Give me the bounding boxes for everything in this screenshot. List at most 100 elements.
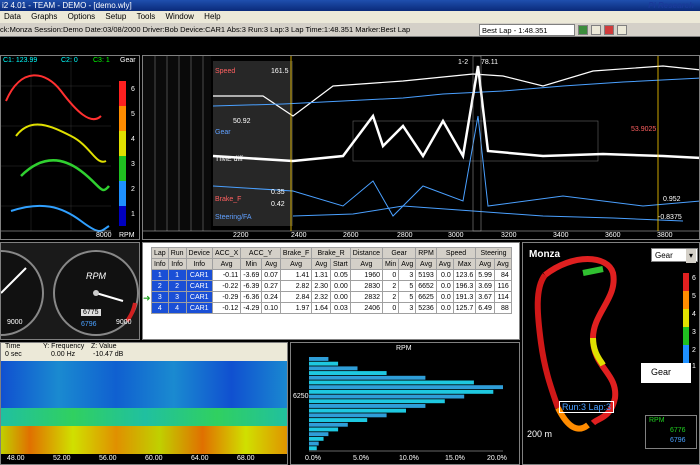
subheader: Avg [211, 258, 242, 270]
cell: 0.05 [329, 269, 351, 281]
menu-item-options[interactable]: Options [64, 12, 100, 21]
toolbar-button-green[interactable] [578, 25, 588, 35]
toolbar-button-arrow[interactable] [617, 25, 627, 35]
cell: 5 [398, 291, 417, 303]
marker-select[interactable]: Best Lap - 1:48.351 [479, 24, 575, 36]
time-plot-panel[interactable]: Speed Gear TIME diff Brake_F Steering/FA… [142, 55, 700, 240]
x-tick-label: 0.0% [305, 455, 321, 462]
toolbar-button-copy[interactable] [591, 25, 601, 35]
subheader: Min [381, 258, 400, 270]
cell: 5236 [415, 302, 437, 314]
histogram-bar [309, 432, 329, 437]
histogram-bar [309, 385, 503, 390]
cell: 2.30 [311, 280, 331, 292]
legend-value: 6 [131, 86, 135, 93]
histogram-bar [309, 380, 474, 385]
histogram-bar [309, 361, 339, 366]
subheader: Avg [415, 258, 437, 270]
cell: -0.22 [211, 280, 242, 292]
col-accy[interactable]: ACC_Y [240, 247, 281, 259]
cell: 6625 [415, 291, 437, 303]
cell: 0.27 [261, 280, 281, 292]
col-brakef[interactable]: Brake_F [279, 247, 313, 259]
col-gear[interactable]: Gear [381, 247, 417, 259]
menu-item-tools[interactable]: Tools [133, 12, 160, 21]
cursor-c3: C3: 1 [93, 57, 110, 64]
histogram-bar [309, 446, 317, 451]
spectrum-time-value: 0 sec [5, 351, 22, 358]
channel-label-timediff: TIME diff [215, 156, 243, 163]
col-lap[interactable]: Lap [151, 247, 169, 259]
value-readout: 78.11 [481, 59, 498, 66]
col-steering[interactable]: Steering [475, 247, 512, 259]
legend-value: 5 [131, 111, 135, 118]
legend-title: Gear [120, 57, 136, 64]
subheader: Info [151, 258, 169, 270]
cell: -4.29 [240, 302, 263, 314]
cell: 0 [381, 302, 400, 314]
table-subheader-row: Info Info Info Avg Min Avg Avg Avg Start… [151, 258, 512, 270]
table-row[interactable]: 1 1 CAR1 -0.11 -3.69 0.07 1.41 1.31 0.05… [151, 269, 512, 281]
map-channel-label: Gear [651, 367, 672, 377]
cell: CAR1 [185, 269, 213, 281]
toolbar-button-red[interactable] [604, 25, 614, 35]
menu-item-window[interactable]: Window [161, 12, 197, 21]
histogram-bar [309, 441, 319, 446]
histogram-bar [309, 371, 387, 375]
x-tick-label: 52.00 [53, 455, 71, 462]
cell: -0.12 [211, 302, 242, 314]
histogram-bar [309, 366, 358, 371]
time-plot-chart [143, 56, 699, 232]
x-tick-label: 3200 [501, 232, 517, 239]
rpm-mini-value: 6776 [670, 427, 686, 434]
menu-item-graphs[interactable]: Graphs [27, 12, 61, 21]
map-legend-value: 3 [692, 329, 696, 336]
cell: 191.3 [452, 291, 477, 303]
histogram-bar [309, 375, 426, 380]
subheader: Avg [349, 258, 384, 270]
cell: 2832 [349, 291, 384, 303]
track-map-panel[interactable]: Monza Gear ▾ 6 5 4 3 2 1 Gear Run:3 Lap:… [522, 242, 700, 465]
channel-select[interactable]: Gear ▾ [651, 248, 698, 263]
cell: 1 [151, 269, 169, 281]
cell: 1.41 [279, 269, 313, 281]
histogram-bar [309, 408, 406, 413]
menu-item-data[interactable]: Data [0, 12, 25, 21]
cell: 4 [151, 302, 169, 314]
subheader: Start [329, 258, 351, 270]
table-row-selected[interactable]: 3 3 CAR1 -0.29 -6.36 0.24 2.84 2.32 0.00… [151, 291, 512, 303]
table-row[interactable]: 4 4 CAR1 -0.12 -4.29 0.10 1.97 1.64 0.03… [151, 302, 512, 314]
y-tick-label: 6250 [293, 393, 309, 400]
col-distance[interactable]: Distance [349, 247, 384, 259]
cell: 3 [398, 302, 417, 314]
cell: 0.0 [435, 291, 454, 303]
spectrum-frequency-value: 0.00 Hz [51, 351, 76, 358]
xy-scatter-panel[interactable]: C1: 123.99 C2: 0 C3: 1 Gear 6 5 4 3 2 1 … [0, 55, 140, 240]
col-speed[interactable]: Speed [435, 247, 477, 259]
rpm-gauge-ref: 6796 [81, 321, 97, 328]
cell: 0.00 [329, 291, 351, 303]
rpm-gauge-value: 6775 [81, 309, 101, 316]
cell: 2406 [349, 302, 384, 314]
col-run[interactable]: Run [167, 247, 187, 259]
x-tick-label: 56.00 [99, 455, 117, 462]
menu-item-setup[interactable]: Setup [101, 12, 130, 21]
window-title: i2 4.01 - TEAM - DEMO - [demo.wly] [0, 0, 700, 11]
col-device[interactable]: Device [185, 247, 213, 259]
spectrum-panel[interactable]: Time Y: Frequency Z: Value 0 sec 0.00 Hz… [0, 342, 288, 465]
col-accx[interactable]: ACC_X [211, 247, 242, 259]
cell: 125.7 [452, 302, 477, 314]
spectrum-col-frequency: Y: Frequency [43, 343, 85, 350]
legend-value: 4 [131, 136, 135, 143]
cursor-c2: C2: 0 [61, 57, 78, 64]
x-tick-label: 64.00 [191, 455, 209, 462]
table-row[interactable]: 2 2 CAR1 -0.22 -6.39 0.27 2.82 2.30 0.00… [151, 280, 512, 292]
cell: 3 [167, 291, 187, 303]
col-rpm[interactable]: RPM [415, 247, 437, 259]
col-braker[interactable]: Brake_R [311, 247, 351, 259]
menu-item-help[interactable]: Help [200, 12, 224, 21]
x-tick-label: 3800 [657, 232, 673, 239]
cell: 88 [493, 302, 512, 314]
histogram-panel[interactable]: RPM 6250 0.0% 5.0% 10.0% 15.0% 20.0% [290, 342, 520, 465]
cell: 116 [493, 280, 512, 292]
